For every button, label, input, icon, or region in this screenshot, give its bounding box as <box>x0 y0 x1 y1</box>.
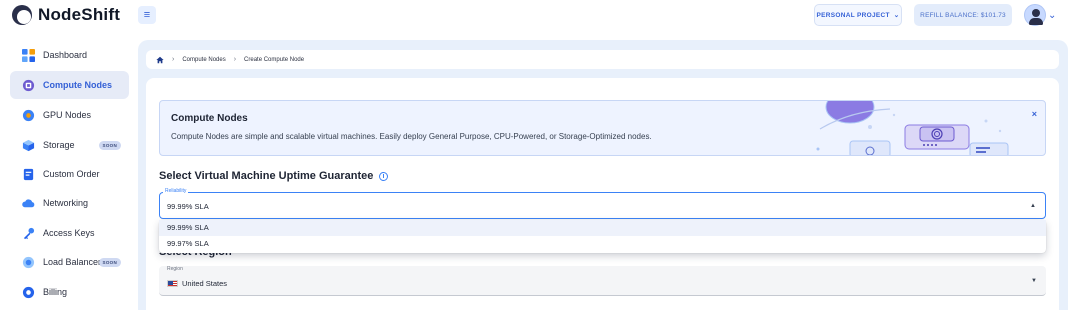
sidebar-item-label: Billing <box>43 287 68 297</box>
sidebar-item-label: Compute Nodes <box>43 80 113 90</box>
sidebar: Dashboard Compute Nodes GPU Nodes Storag… <box>0 40 138 310</box>
brand-logo[interactable]: NodeShift <box>12 5 120 25</box>
dashboard-icon <box>22 48 35 62</box>
user-menu[interactable]: ⌄ <box>1024 4 1056 26</box>
sidebar-item-label: Load Balancer <box>43 257 102 267</box>
sidebar-item-compute-nodes[interactable]: Compute Nodes <box>10 71 129 99</box>
chevron-down-icon: ⌄ <box>893 12 900 19</box>
banner-title: Compute Nodes <box>171 113 248 124</box>
breadcrumb-link-compute-nodes[interactable]: Compute Nodes <box>182 57 225 63</box>
chevron-right-icon: › <box>233 56 237 63</box>
us-flag-icon <box>167 280 178 287</box>
soon-badge: SOON <box>98 140 121 150</box>
key-icon <box>23 227 35 239</box>
storage-icon <box>22 139 35 151</box>
breadcrumb: › Compute Nodes › Create Compute Node <box>146 50 1059 69</box>
billing-icon <box>22 286 35 298</box>
region-field-label: Region <box>167 266 183 272</box>
avatar[interactable] <box>1024 4 1046 26</box>
breadcrumb-current: Create Compute Node <box>244 56 305 63</box>
refill-balance-button[interactable]: REFILL BALANCE: $101.73 <box>914 4 1012 26</box>
reliability-select[interactable]: 99.99% SLA ▲ <box>159 192 1046 219</box>
brand-name: NodeShift <box>38 5 121 24</box>
sidebar-item-load-balancer[interactable]: Load Balancer SOON <box>10 248 129 276</box>
dropdown-option[interactable]: 99.97% SLA <box>159 236 1046 252</box>
sidebar-item-storage[interactable]: Storage SOON <box>10 131 129 159</box>
chevron-down-icon[interactable]: ⌄ <box>1048 10 1056 21</box>
menu-toggle-button[interactable]: ≡ <box>138 6 156 24</box>
info-icon[interactable] <box>379 171 389 181</box>
region-select[interactable]: Region United States ▼ <box>159 266 1046 296</box>
reliability-field-label: Reliability <box>163 188 189 194</box>
banner-description: Compute Nodes are simple and scalable vi… <box>171 132 652 141</box>
cloud-icon <box>22 198 35 207</box>
sidebar-item-custom-order[interactable]: Custom Order <box>10 160 129 188</box>
sidebar-item-access-keys[interactable]: Access Keys <box>10 219 129 247</box>
region-select-value: United States <box>167 279 227 288</box>
top-bar: NodeShift ≡ PERSONAL PROJECT ⌄ REFILL BA… <box>0 0 1080 32</box>
sidebar-item-label: Networking <box>43 198 89 208</box>
refill-balance-label: REFILL BALANCE: $101.73 <box>920 11 1006 19</box>
sidebar-item-networking[interactable]: Networking <box>10 189 129 217</box>
project-selector-label: PERSONAL PROJECT <box>816 11 890 19</box>
home-icon[interactable] <box>156 56 164 64</box>
sidebar-item-label: Dashboard <box>43 50 88 60</box>
region-value-text: United States <box>182 279 228 288</box>
uptime-section-title: Select Virtual Machine Uptime Guarantee <box>159 170 389 182</box>
project-selector-button[interactable]: PERSONAL PROJECT ⌄ <box>814 4 902 26</box>
info-banner: Compute Nodes Compute Nodes are simple a… <box>159 100 1046 156</box>
caret-down-icon: ▼ <box>1031 278 1037 284</box>
reliability-select-value: 99.99% SLA <box>167 202 209 211</box>
gpu-icon <box>22 109 35 121</box>
caret-up-icon: ▲ <box>1030 203 1036 209</box>
chevron-right-icon: › <box>172 56 175 63</box>
document-icon <box>23 168 34 180</box>
hamburger-icon: ≡ <box>143 9 151 21</box>
dropdown-option[interactable]: 99.99% SLA <box>159 220 1046 236</box>
nodeshift-logo-icon <box>12 5 32 25</box>
sidebar-item-billing[interactable]: Billing <box>10 278 129 306</box>
sidebar-item-label: GPU Nodes <box>43 110 92 120</box>
sidebar-item-dashboard[interactable]: Dashboard <box>10 41 129 69</box>
uptime-title-text: Select Virtual Machine Uptime Guarantee <box>159 170 374 182</box>
sidebar-item-gpu-nodes[interactable]: GPU Nodes <box>10 101 129 129</box>
sidebar-item-label: Custom Order <box>43 169 100 179</box>
sidebar-item-label: Storage <box>43 140 75 150</box>
reliability-dropdown-menu: 99.99% SLA 99.97% SLA <box>159 220 1046 253</box>
server-illustration-icon <box>816 101 1009 155</box>
balancer-icon <box>22 256 35 268</box>
sidebar-item-label: Access Keys <box>43 228 95 238</box>
close-icon[interactable]: × <box>1032 109 1037 119</box>
chip-icon <box>22 79 35 91</box>
soon-badge: SOON <box>98 257 121 267</box>
